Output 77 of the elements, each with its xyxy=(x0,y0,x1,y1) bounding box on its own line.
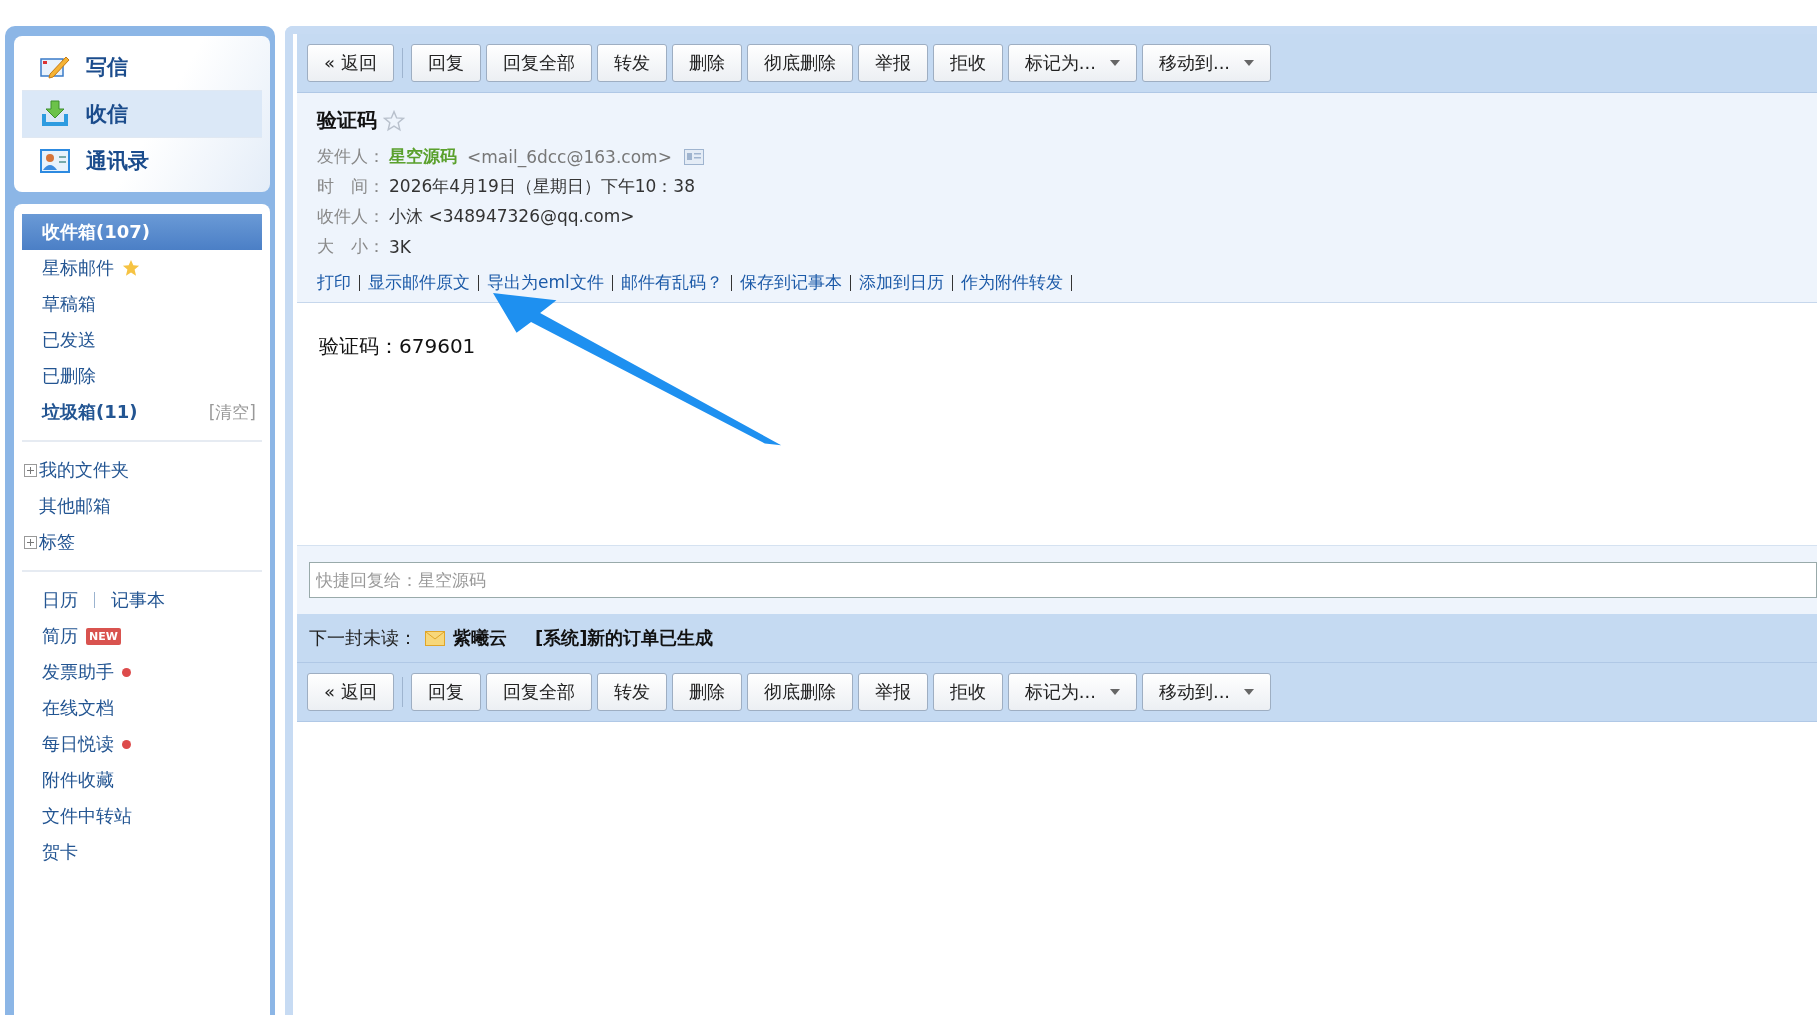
dropdown-button[interactable]: 移动到... xyxy=(1141,673,1272,711)
message-body: 验证码：679601 xyxy=(319,333,477,360)
toolbar-button[interactable]: 回复全部 xyxy=(485,44,592,82)
folder-label[interactable]: 星标邮件 xyxy=(42,256,114,280)
action-link[interactable]: 作为附件转发 xyxy=(960,271,1063,294)
dropdown-button[interactable]: 标记为... xyxy=(1007,673,1137,711)
new-badge: NEW xyxy=(86,627,121,645)
field-value: 2026年4月19日（星期日）下午10：38 xyxy=(389,175,695,198)
contact-card-icon[interactable] xyxy=(683,148,704,165)
toolbar-button[interactable]: 举报 xyxy=(857,673,928,711)
star-icon[interactable] xyxy=(122,259,140,277)
action-link[interactable]: 邮件有乱码？ xyxy=(620,271,723,294)
caret-icon xyxy=(1109,689,1120,695)
field-label: 大 小： xyxy=(317,235,385,258)
toolbar-button[interactable]: 回复 xyxy=(410,673,481,711)
dropdown-button[interactable]: 标记为... xyxy=(1007,44,1137,82)
sidebar-link[interactable]: 文件中转站 xyxy=(42,804,132,828)
folder-label[interactable]: 草稿箱 xyxy=(42,292,96,316)
toolbar-button[interactable]: 回复全部 xyxy=(485,673,592,711)
sidebar-link[interactable]: 贺卡 xyxy=(42,840,78,864)
next-unread-label: 下一封未读： xyxy=(309,626,417,650)
sidebar-link[interactable]: 附件收藏 xyxy=(42,768,114,792)
back-button[interactable]: « 返回 xyxy=(307,673,394,711)
star-icon[interactable] xyxy=(383,109,405,132)
sidebar-link[interactable]: 日历 xyxy=(42,588,78,612)
caret-icon xyxy=(1109,60,1120,66)
toolbar-button[interactable]: 彻底删除 xyxy=(746,44,853,82)
caret-icon xyxy=(1244,60,1255,66)
action-link[interactable]: 显示邮件原文 xyxy=(368,271,470,294)
sidebar-link[interactable]: 记事本 xyxy=(111,588,165,612)
action-link[interactable]: 打印 xyxy=(317,271,351,294)
sidebar-link[interactable]: 我的文件夹 xyxy=(39,458,129,482)
envelope-icon xyxy=(425,630,445,646)
back-button[interactable]: « 返回 xyxy=(307,44,394,82)
field-value: 3K xyxy=(389,236,411,257)
toolbar-button[interactable]: 转发 xyxy=(596,673,667,711)
field-label: 收件人： xyxy=(317,205,385,228)
contact-card-icon xyxy=(40,149,70,173)
toolbar-button[interactable]: 转发 xyxy=(596,44,667,82)
toolbar-button[interactable]: 拒收 xyxy=(932,673,1003,711)
folder-label[interactable]: 已发送 xyxy=(42,328,96,352)
nav-item[interactable]: 收信 xyxy=(22,91,262,138)
sidebar-link[interactable]: 在线文档 xyxy=(42,696,114,720)
nav-label[interactable]: 写信 xyxy=(86,53,128,81)
quick-reply-field[interactable]: 快捷回复给：星空源码 xyxy=(309,562,1817,598)
sidebar-link[interactable]: 简历 xyxy=(42,624,78,648)
nav-label[interactable]: 收信 xyxy=(86,100,128,128)
sidebar-link[interactable]: 每日悦读 xyxy=(42,732,114,756)
message-subject: 验证码 xyxy=(317,107,377,134)
field-value: 小沐 <348947326@qq.com> xyxy=(389,205,635,228)
toolbar-button[interactable]: 删除 xyxy=(671,673,742,711)
dropdown-button[interactable]: 移动到... xyxy=(1141,44,1272,82)
download-tray-icon xyxy=(40,100,70,128)
expand-icon[interactable] xyxy=(24,463,37,477)
nav-label[interactable]: 通讯录 xyxy=(86,147,149,175)
toolbar-button[interactable]: 拒收 xyxy=(932,44,1003,82)
action-link[interactable]: 保存到记事本 xyxy=(739,271,842,294)
field-label: 时 间： xyxy=(317,175,385,198)
expand-icon[interactable] xyxy=(24,535,37,549)
nav-item[interactable]: 通讯录 xyxy=(22,138,262,184)
folder-label[interactable]: 垃圾箱(11) xyxy=(42,400,138,424)
toolbar-button[interactable]: 举报 xyxy=(857,44,928,82)
sidebar-link[interactable]: 发票助手 xyxy=(42,660,114,684)
folder-label[interactable]: 已删除 xyxy=(42,364,96,388)
action-link[interactable]: 添加到日历 xyxy=(858,271,944,294)
next-sender[interactable]: 紫曦云 xyxy=(453,626,507,650)
pencil-letter-icon xyxy=(40,54,70,80)
toolbar-button[interactable]: 彻底删除 xyxy=(746,673,853,711)
next-subject[interactable]: [系统]新的订单已生成 xyxy=(535,626,714,650)
toolbar-button[interactable]: 回复 xyxy=(410,44,481,82)
caret-icon xyxy=(1244,689,1255,695)
field-label: 发件人： xyxy=(317,145,385,168)
action-link[interactable]: 导出为eml文件 xyxy=(487,271,604,294)
toolbar-button[interactable]: 删除 xyxy=(671,44,742,82)
sidebar-link[interactable]: 标签 xyxy=(39,530,75,554)
sender-email: <mail_6dcc@163.com> xyxy=(467,146,672,167)
sidebar-link[interactable]: 其他邮箱 xyxy=(39,494,111,518)
